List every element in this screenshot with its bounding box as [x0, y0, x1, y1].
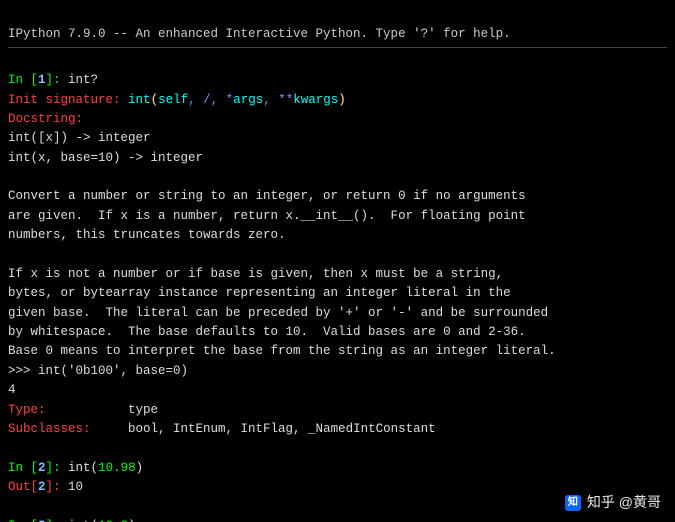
ipython-banner: IPython 7.9.0 -- An enhanced Interactive…	[8, 25, 667, 47]
input-code: int?	[68, 73, 98, 87]
docstring-example-result: 4	[8, 383, 16, 397]
terminal-output[interactable]: IPython 7.9.0 -- An enhanced Interactive…	[0, 0, 675, 522]
attribution-watermark: 知 知乎 @黄哥	[565, 492, 661, 514]
docstring-line: given base. The literal can be preceded …	[8, 306, 548, 320]
docstring-line: If x is not a number or if base is given…	[8, 267, 503, 281]
docstring-line: Convert a number or string to an integer…	[8, 189, 526, 203]
cell-1: In [1]: int? Init signature: int(self, /…	[8, 71, 667, 439]
docstring-line: are given. If x is a number, return x.__…	[8, 209, 526, 223]
output-value: 10	[68, 480, 83, 494]
docstring-line: int([x]) -> integer	[8, 131, 151, 145]
docstring-line: Base 0 means to interpret the base from …	[8, 344, 556, 358]
docstring-line: bytes, or bytearray instance representin…	[8, 286, 511, 300]
attribution-text: 知乎 @黄哥	[587, 492, 661, 514]
type-label: Type:	[8, 403, 46, 417]
docstring-label: Docstring:	[8, 112, 83, 126]
subclasses-value: bool, IntEnum, IntFlag, _NamedIntConstan…	[128, 422, 436, 436]
zhihu-icon: 知	[565, 495, 581, 511]
input-code: int(10.98)	[68, 461, 143, 475]
subclasses-label: Subclasses:	[8, 422, 91, 436]
docstring-line: numbers, this truncates towards zero.	[8, 228, 286, 242]
docstring-line: by whitespace. The base defaults to 10. …	[8, 325, 526, 339]
in-prompt: In [1]:	[8, 73, 68, 87]
cell-3: In [3]: int(10.3) Out[3]: 10	[8, 517, 667, 522]
out-prompt: Out[2]:	[8, 480, 68, 494]
type-value: type	[128, 403, 158, 417]
in-prompt: In [2]:	[8, 461, 68, 475]
docstring-example: >>> int('0b100', base=0)	[8, 364, 188, 378]
init-signature-label: Init signature:	[8, 93, 121, 107]
docstring-line: int(x, base=10) -> integer	[8, 151, 203, 165]
